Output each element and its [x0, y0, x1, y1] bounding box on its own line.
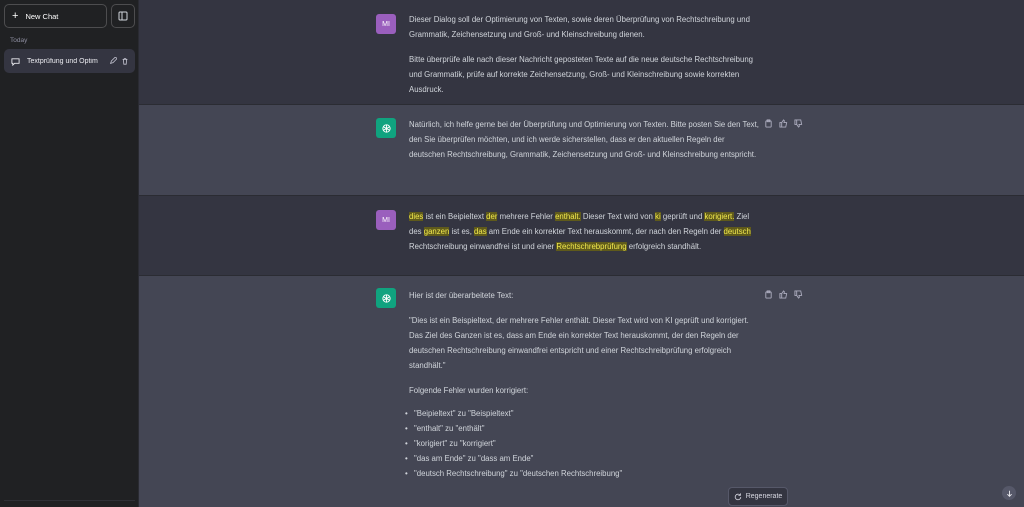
conversation-panel: MI Dieser Dialog soll der Optimierung vo…	[139, 0, 1024, 507]
user-message: MI Dieser Dialog soll der Optimierung vo…	[139, 0, 1024, 105]
text-segment: Rechtschreibung einwandfrei ist und eine…	[409, 242, 557, 251]
thumbs-up-icon	[779, 119, 788, 128]
edit-conversation-button[interactable]	[109, 57, 117, 65]
highlighted-error: das	[474, 227, 487, 236]
copy-button[interactable]	[764, 119, 773, 128]
pencil-icon	[109, 57, 117, 65]
highlighted-error: dies	[409, 212, 424, 221]
copy-button[interactable]	[764, 290, 773, 299]
message-paragraph: Bitte überprüfe alle nach dieser Nachric…	[409, 55, 754, 94]
sidebar-toggle-icon	[118, 11, 128, 21]
dislike-button[interactable]	[794, 119, 803, 128]
highlighted-error: der	[486, 212, 498, 221]
message-actions	[764, 119, 803, 128]
chat-bubble-icon	[11, 57, 20, 66]
conversation-item[interactable]: Textprüfung und Optim	[4, 49, 135, 73]
refresh-icon	[734, 492, 741, 500]
scroll-to-bottom-button[interactable]	[1002, 486, 1016, 500]
date-section-label: Today	[10, 37, 28, 44]
clipboard-icon	[765, 290, 772, 299]
thumbs-down-icon	[794, 290, 803, 299]
plus-icon: +	[12, 9, 19, 22]
message-text: Hier ist der überarbeitete Text: "Dies i…	[405, 288, 759, 481]
highlighted-error: deutsch	[723, 227, 751, 236]
openai-logo-icon	[376, 288, 396, 308]
openai-logo-icon	[376, 118, 396, 138]
trash-icon	[122, 58, 128, 65]
new-chat-label: New Chat	[25, 11, 59, 21]
user-avatar: MI	[376, 14, 396, 34]
text-segment: am Ende ein korrekter Text herauskommt, …	[486, 227, 724, 236]
list-item: "deutsch Rechtschreibung" zu "deutschen …	[405, 466, 759, 481]
highlighted-error: korigiert.	[704, 212, 735, 221]
dislike-button[interactable]	[794, 290, 803, 299]
delete-conversation-button[interactable]	[121, 57, 129, 65]
message-actions	[764, 290, 803, 299]
text-segment: erfolgreich standhält.	[626, 242, 702, 251]
sidebar: + New Chat Today Textprüfung und Optim	[0, 0, 139, 507]
regenerate-button[interactable]: Regenerate	[728, 487, 788, 506]
list-item: "korigiert" zu "korrigiert"	[405, 436, 759, 451]
conversation-title: Textprüfung und Optim	[27, 57, 98, 65]
message-paragraph: Natürlich, ich helfe gerne bei der Überp…	[409, 120, 759, 159]
corrected-text: "Dies ist ein Beispieltext, der mehrere …	[409, 316, 749, 370]
list-item: "das am Ende" zu "dass am Ende"	[405, 451, 759, 466]
like-button[interactable]	[779, 290, 788, 299]
highlighted-error: Rechtschrebprüfung	[556, 242, 627, 251]
clipboard-icon	[765, 119, 772, 128]
fixes-title: Folgende Fehler wurden korrigiert:	[409, 386, 529, 395]
sidebar-divider	[4, 500, 135, 501]
message-paragraph: dies ist ein Beipieltext der mehrere Feh…	[409, 209, 759, 254]
user-message: MI dies ist ein Beipieltext der mehrere …	[139, 196, 1024, 276]
text-segment: mehrere Fehler	[497, 212, 556, 221]
list-item: "Beipieltext" zu "Beispieltext"	[405, 406, 759, 421]
assistant-message: Hier ist der überarbeitete Text: "Dies i…	[139, 276, 1024, 507]
arrow-down-icon	[1006, 490, 1012, 497]
new-chat-button[interactable]: + New Chat	[4, 4, 107, 28]
regenerate-label: Regenerate	[745, 493, 783, 500]
thumbs-down-icon	[794, 119, 803, 128]
highlighted-error: ganzen	[423, 227, 450, 236]
message-text: dies ist ein Beipieltext der mehrere Feh…	[409, 209, 759, 264]
thumbs-up-icon	[779, 290, 788, 299]
text-segment: Dieser Text wird von	[580, 212, 656, 221]
message-intro: Hier ist der überarbeitete Text:	[409, 291, 514, 300]
highlighted-error: enthalt.	[555, 212, 581, 221]
assistant-message: Natürlich, ich helfe gerne bei der Überp…	[139, 105, 1024, 196]
like-button[interactable]	[779, 119, 788, 128]
list-item: "enthalt" zu "enthält"	[405, 421, 759, 436]
message-paragraph: Dieser Dialog soll der Optimierung von T…	[409, 15, 750, 39]
message-text: Natürlich, ich helfe gerne bei der Überp…	[409, 117, 759, 172]
message-text: Dieser Dialog soll der Optimierung von T…	[409, 12, 759, 107]
sidebar-toggle-button[interactable]	[111, 4, 135, 28]
text-segment: ist ein Beipieltext	[423, 212, 487, 221]
user-avatar: MI	[376, 210, 396, 230]
text-segment: ist es,	[449, 227, 475, 236]
text-segment: geprüft und	[660, 212, 705, 221]
fixes-list: "Beipieltext" zu "Beispieltext" "enthalt…	[405, 406, 759, 481]
